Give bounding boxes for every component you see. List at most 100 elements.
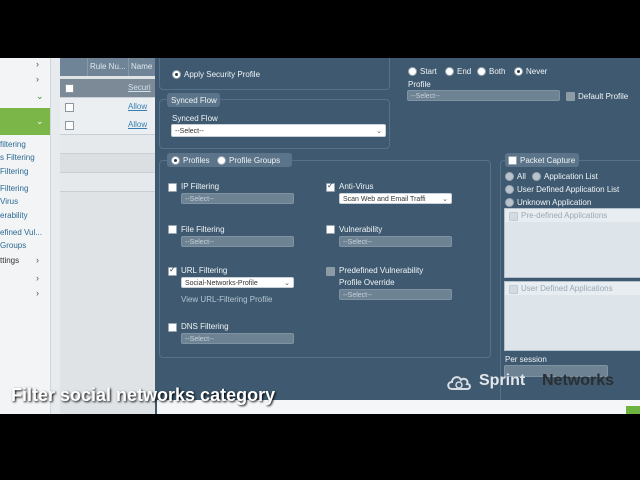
log-end-radio[interactable] xyxy=(445,67,454,76)
log-both-radio[interactable] xyxy=(477,67,486,76)
view-url-filtering-profile-link[interactable]: View URL-Filtering Profile xyxy=(181,295,272,304)
sidebar-item-ip-filtering[interactable]: filtering xyxy=(0,140,50,153)
sidebar-item[interactable]: › xyxy=(0,288,50,301)
logo-brand1: Sprint xyxy=(479,372,526,389)
log-start-radio[interactable] xyxy=(408,67,417,76)
per-session-label: Per session xyxy=(505,355,547,364)
sidebar-item-label: Virus xyxy=(0,197,19,206)
chevron-down-icon: ⌄ xyxy=(36,91,44,101)
synced-flow-label: Synced Flow xyxy=(172,114,218,123)
log-never-label: Never xyxy=(526,67,548,76)
cloud-icon xyxy=(447,376,471,390)
row-checkbox[interactable] xyxy=(65,103,74,112)
user-defined-applications-list[interactable]: User Defined Applications xyxy=(504,281,640,351)
row-link[interactable]: Allow xyxy=(128,102,147,111)
log-profile-label: Profile xyxy=(408,80,431,89)
file-filtering-select[interactable]: --Select-- xyxy=(181,236,294,247)
user-defined-applications-checkbox[interactable] xyxy=(509,285,518,294)
capture-user-defined-label: User Defined Application List xyxy=(517,185,620,194)
sidebar-item[interactable]: › xyxy=(0,60,50,73)
sidebar-item[interactable]: › xyxy=(0,74,50,87)
logo-brand2: Networks xyxy=(542,372,615,389)
ip-filtering-label: IP Filtering xyxy=(181,182,220,191)
table-row[interactable]: Allow xyxy=(60,116,155,135)
log-never-radio[interactable] xyxy=(514,67,523,76)
security-profile-dialog: Apply Security Profile Start End Both Ne… xyxy=(155,58,640,414)
sidebar-item-selected[interactable]: ⌄ xyxy=(0,108,50,135)
apply-security-profile-label: Apply Security Profile xyxy=(184,70,261,79)
sprint-networks-logo: Sprint Networks xyxy=(446,371,636,393)
log-profile-select[interactable]: --Select-- xyxy=(407,90,560,101)
sidebar-item-anti-virus[interactable]: Virus xyxy=(0,197,50,210)
url-filtering-select[interactable]: Social-Networks-Profile ⌄ xyxy=(181,277,294,288)
vulnerability-select[interactable]: --Select-- xyxy=(339,236,452,247)
anti-virus-checkbox[interactable] xyxy=(326,181,335,192)
table-row[interactable]: Allow xyxy=(60,98,155,117)
profiles-radio[interactable] xyxy=(171,156,180,165)
ip-filtering-checkbox[interactable] xyxy=(168,183,177,192)
apply-security-profile-radio[interactable] xyxy=(172,70,181,79)
url-filtering-value: Social-Networks-Profile xyxy=(185,280,258,287)
url-filtering-checkbox[interactable] xyxy=(168,265,177,276)
list-header: Pre-defined Applications xyxy=(505,209,640,222)
sidebar-item-groups[interactable]: Groups xyxy=(0,241,50,254)
sidebar-item-file-filtering[interactable]: Filtering xyxy=(0,184,50,197)
predefined-applications-label: Pre-defined Applications xyxy=(521,211,608,220)
column-header-name[interactable]: Name xyxy=(128,58,158,76)
capture-application-list-radio[interactable] xyxy=(532,172,541,181)
vulnerability-checkbox[interactable] xyxy=(326,225,335,234)
sidebar-item-settings[interactable]: ttings › xyxy=(0,256,50,269)
chevron-right-icon: › xyxy=(36,60,39,69)
sidebar-item-label: Filtering xyxy=(0,167,29,176)
sidebar: › › ⌄ ⌄ filtering s Filtering Filtering … xyxy=(0,58,51,414)
capture-all-radio[interactable] xyxy=(505,172,514,181)
rules-table: Rule Nu... Name Securi Allow Allow xyxy=(60,58,158,414)
capture-unknown-radio[interactable] xyxy=(505,198,514,207)
table-row-empty xyxy=(60,135,155,154)
dns-filtering-checkbox[interactable] xyxy=(168,323,177,332)
row-link[interactable]: Allow xyxy=(128,120,147,129)
predefined-vulnerability-select[interactable]: --Select-- xyxy=(339,289,452,300)
predefined-vulnerability-label: Predefined Vulnerability xyxy=(339,266,424,275)
save-button-edge[interactable] xyxy=(626,406,640,414)
chevron-down-icon: ⌄ xyxy=(442,196,448,203)
sidebar-item-url-filtering[interactable]: Filtering xyxy=(0,167,50,180)
user-defined-applications-label: User Defined Applications xyxy=(521,284,613,293)
video-caption: Filter social networks category xyxy=(11,385,276,405)
chevron-right-icon: › xyxy=(36,288,39,298)
ip-filtering-select[interactable]: --Select-- xyxy=(181,193,294,204)
chevron-down-icon: ⌄ xyxy=(284,280,290,287)
profiles-label: Profiles xyxy=(183,156,210,165)
profile-override-label: Profile Override xyxy=(339,278,395,287)
packet-capture-checkbox[interactable] xyxy=(508,156,517,165)
packet-capture-label: Packet Capture xyxy=(520,156,576,165)
log-start-label: Start xyxy=(420,67,437,76)
sidebar-item-label: erability xyxy=(0,211,28,220)
file-filtering-checkbox[interactable] xyxy=(168,225,177,234)
vulnerability-label: Vulnerability xyxy=(339,225,383,234)
sidebar-item-dns-filtering[interactable]: s Filtering xyxy=(0,153,50,166)
default-profile-checkbox[interactable] xyxy=(566,92,575,101)
row-checkbox[interactable] xyxy=(65,121,74,130)
sidebar-item[interactable]: › xyxy=(0,273,50,286)
row-link[interactable]: Securi xyxy=(128,83,151,92)
anti-virus-label: Anti-Virus xyxy=(339,182,374,191)
anti-virus-select[interactable]: Scan Web and Email Traffi ⌄ xyxy=(339,193,452,204)
predefined-applications-list[interactable]: Pre-defined Applications xyxy=(504,208,640,278)
column-header-rule-number[interactable]: Rule Nu... xyxy=(87,58,130,76)
dns-filtering-select[interactable]: --Select-- xyxy=(181,333,294,344)
table-row[interactable]: Securi xyxy=(60,79,155,98)
anti-virus-value: Scan Web and Email Traffi xyxy=(343,196,426,203)
profile-groups-radio[interactable] xyxy=(217,156,226,165)
sidebar-item-predefined-vulnerability[interactable]: efined Vul... xyxy=(0,228,50,241)
capture-user-defined-radio[interactable] xyxy=(505,185,514,194)
dns-filtering-label: DNS Filtering xyxy=(181,322,229,331)
synced-flow-select[interactable]: --Select-- ⌄ xyxy=(171,124,386,137)
sidebar-item[interactable]: ⌄ xyxy=(0,91,50,104)
predefined-vulnerability-checkbox[interactable] xyxy=(326,267,335,276)
row-checkbox[interactable] xyxy=(65,84,74,93)
capture-all-label: All xyxy=(517,172,526,181)
predefined-applications-checkbox[interactable] xyxy=(509,212,518,221)
sidebar-item-label: efined Vul... xyxy=(0,228,42,237)
sidebar-item-vulnerability[interactable]: erability xyxy=(0,211,50,224)
